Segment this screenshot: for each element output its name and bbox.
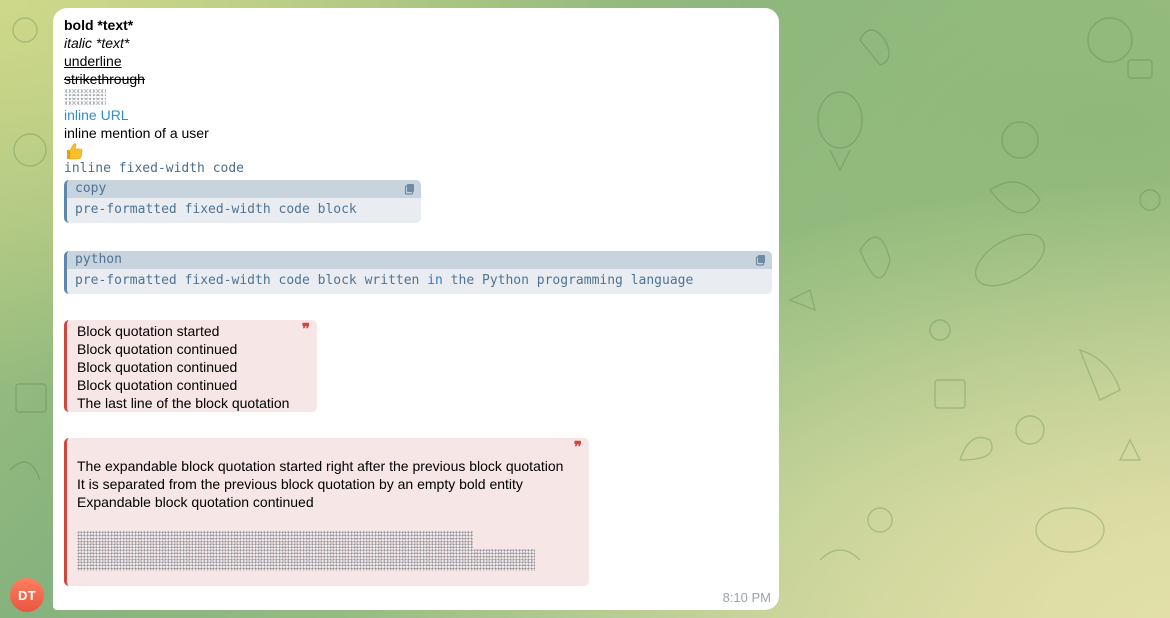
message-bubble[interactable]: bold *text* italic *text* underline stri…: [53, 8, 779, 610]
copy-icon[interactable]: [755, 254, 767, 266]
code-block-text: pre-formatted fixed-width code block wri…: [75, 273, 694, 288]
user-mention[interactable]: inline mention of a user: [64, 125, 209, 141]
quote-line: Expandable block quotation continued: [77, 494, 314, 510]
code-block-copy: copy pre-formatted fixed-width code bloc…: [64, 180, 421, 223]
quote-line: The last line of the block quotation: [77, 395, 290, 411]
expandable-block-quote[interactable]: ❞ The expandable block quotation started…: [64, 438, 589, 586]
strikethrough-text: strikethrough: [64, 71, 145, 87]
italic-text: italic *text*: [64, 35, 130, 51]
avatar[interactable]: DT: [10, 578, 44, 612]
underline-text: underline: [64, 53, 122, 69]
spoiler-text[interactable]: [64, 89, 106, 105]
quote-icon: ❞: [301, 320, 310, 338]
hidden-quote-content[interactable]: [77, 531, 473, 549]
hidden-quote-content[interactable]: [77, 549, 535, 571]
quote-line: Block quotation continued: [77, 341, 238, 357]
thumbs-up-icon: [67, 143, 83, 160]
quote-line: Block quotation started: [77, 323, 220, 339]
quote-icon: ❞: [573, 438, 582, 456]
quote-line: It is separated from the previous block …: [77, 476, 523, 492]
code-block-text: pre-formatted fixed-width code block: [75, 202, 357, 217]
code-block-language: python: [67, 251, 772, 269]
bold-text: bold *text*: [64, 17, 134, 33]
message-timestamp: 8:10 PM: [722, 590, 771, 605]
inline-url-link[interactable]: inline URL: [64, 107, 129, 123]
copy-icon[interactable]: [404, 183, 416, 195]
inline-code: inline fixed-width code: [64, 161, 245, 176]
quote-line: Block quotation continued: [77, 377, 238, 393]
code-block-language: copy: [67, 180, 421, 198]
block-quote: ❞ Block quotation started Block quotatio…: [64, 320, 317, 412]
quote-line: Block quotation continued: [77, 359, 238, 375]
code-block-python: python pre-formatted fixed-width code bl…: [64, 251, 772, 294]
quote-line: The expandable block quotation started r…: [77, 458, 564, 474]
